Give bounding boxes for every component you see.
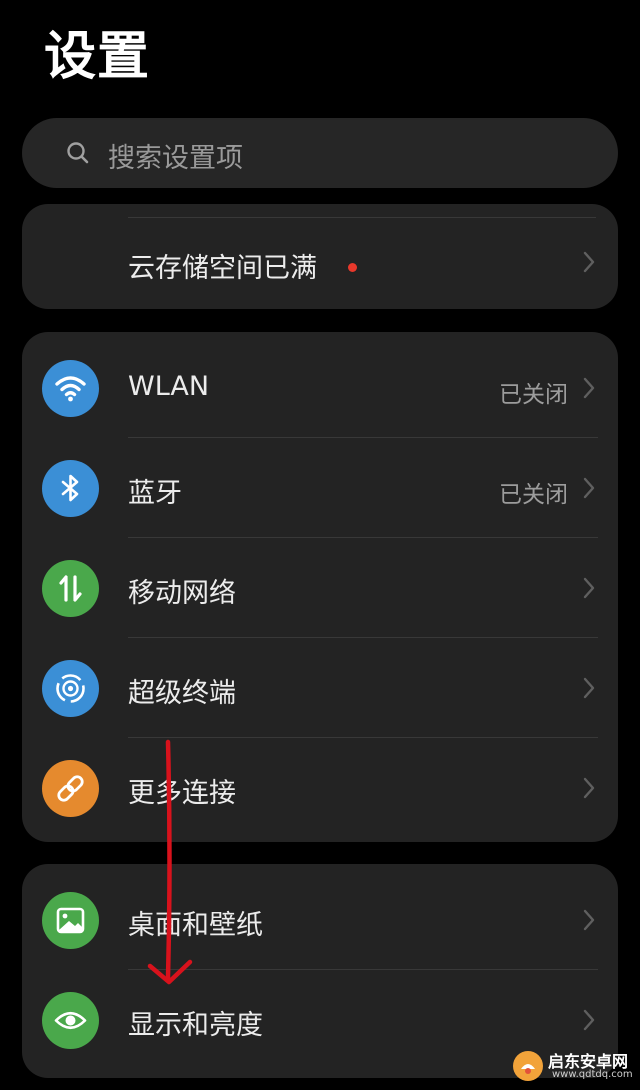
search-input[interactable]: 搜索设置项	[22, 118, 618, 188]
wallpaper-icon	[42, 892, 99, 949]
link-icon	[42, 760, 99, 817]
settings-item-label: 移动网络	[128, 578, 236, 609]
settings-item-label: 桌面和壁纸	[128, 910, 263, 941]
cloud-storage-item[interactable]: 云存储空间已满	[22, 212, 618, 309]
settings-item-more-connections[interactable]: 更多连接	[22, 738, 618, 838]
chevron-right-icon	[583, 477, 595, 499]
chevron-right-icon	[583, 377, 595, 399]
wifi-icon	[42, 360, 99, 417]
chevron-right-icon	[583, 1009, 595, 1031]
cloud-storage-label: 云存储空间已满	[128, 253, 317, 284]
notification-dot	[348, 263, 357, 272]
chevron-right-icon	[583, 677, 595, 699]
bluetooth-icon	[42, 460, 99, 517]
mobile-data-icon	[42, 560, 99, 617]
settings-item-mobile-network[interactable]: 移动网络	[22, 538, 618, 638]
watermark: 启东安卓网 www.qdtdq.com	[500, 1044, 636, 1088]
settings-item-label: 蓝牙	[128, 478, 182, 509]
connectivity-card: WLAN 已关闭 蓝牙 已关闭 移动网络 超级终端 更多连接	[22, 332, 618, 842]
status-text: 已关闭	[499, 382, 568, 408]
cloud-storage-card: 云存储空间已满	[22, 204, 618, 309]
settings-item-super-device[interactable]: 超级终端	[22, 638, 618, 738]
settings-item-wlan[interactable]: WLAN 已关闭	[22, 338, 618, 438]
settings-item-label: 更多连接	[128, 778, 236, 809]
status-text: 已关闭	[499, 482, 568, 508]
chevron-right-icon	[583, 577, 595, 599]
settings-item-label: WLAN	[128, 371, 210, 402]
search-icon	[67, 142, 89, 164]
chevron-right-icon	[583, 251, 595, 273]
eye-icon	[42, 992, 99, 1049]
settings-item-bluetooth[interactable]: 蓝牙 已关闭	[22, 438, 618, 538]
page-title: 设置	[44, 27, 151, 87]
settings-item-label: 显示和亮度	[128, 1010, 263, 1041]
chevron-right-icon	[583, 909, 595, 931]
search-placeholder: 搜索设置项	[108, 143, 243, 174]
settings-item-wallpaper[interactable]: 桌面和壁纸	[22, 870, 618, 970]
watermark-logo-icon	[513, 1051, 543, 1081]
settings-item-label: 超级终端	[128, 678, 236, 709]
chevron-right-icon	[583, 777, 595, 799]
super-device-icon	[42, 660, 99, 717]
watermark-url: www.qdtdq.com	[552, 1069, 633, 1080]
